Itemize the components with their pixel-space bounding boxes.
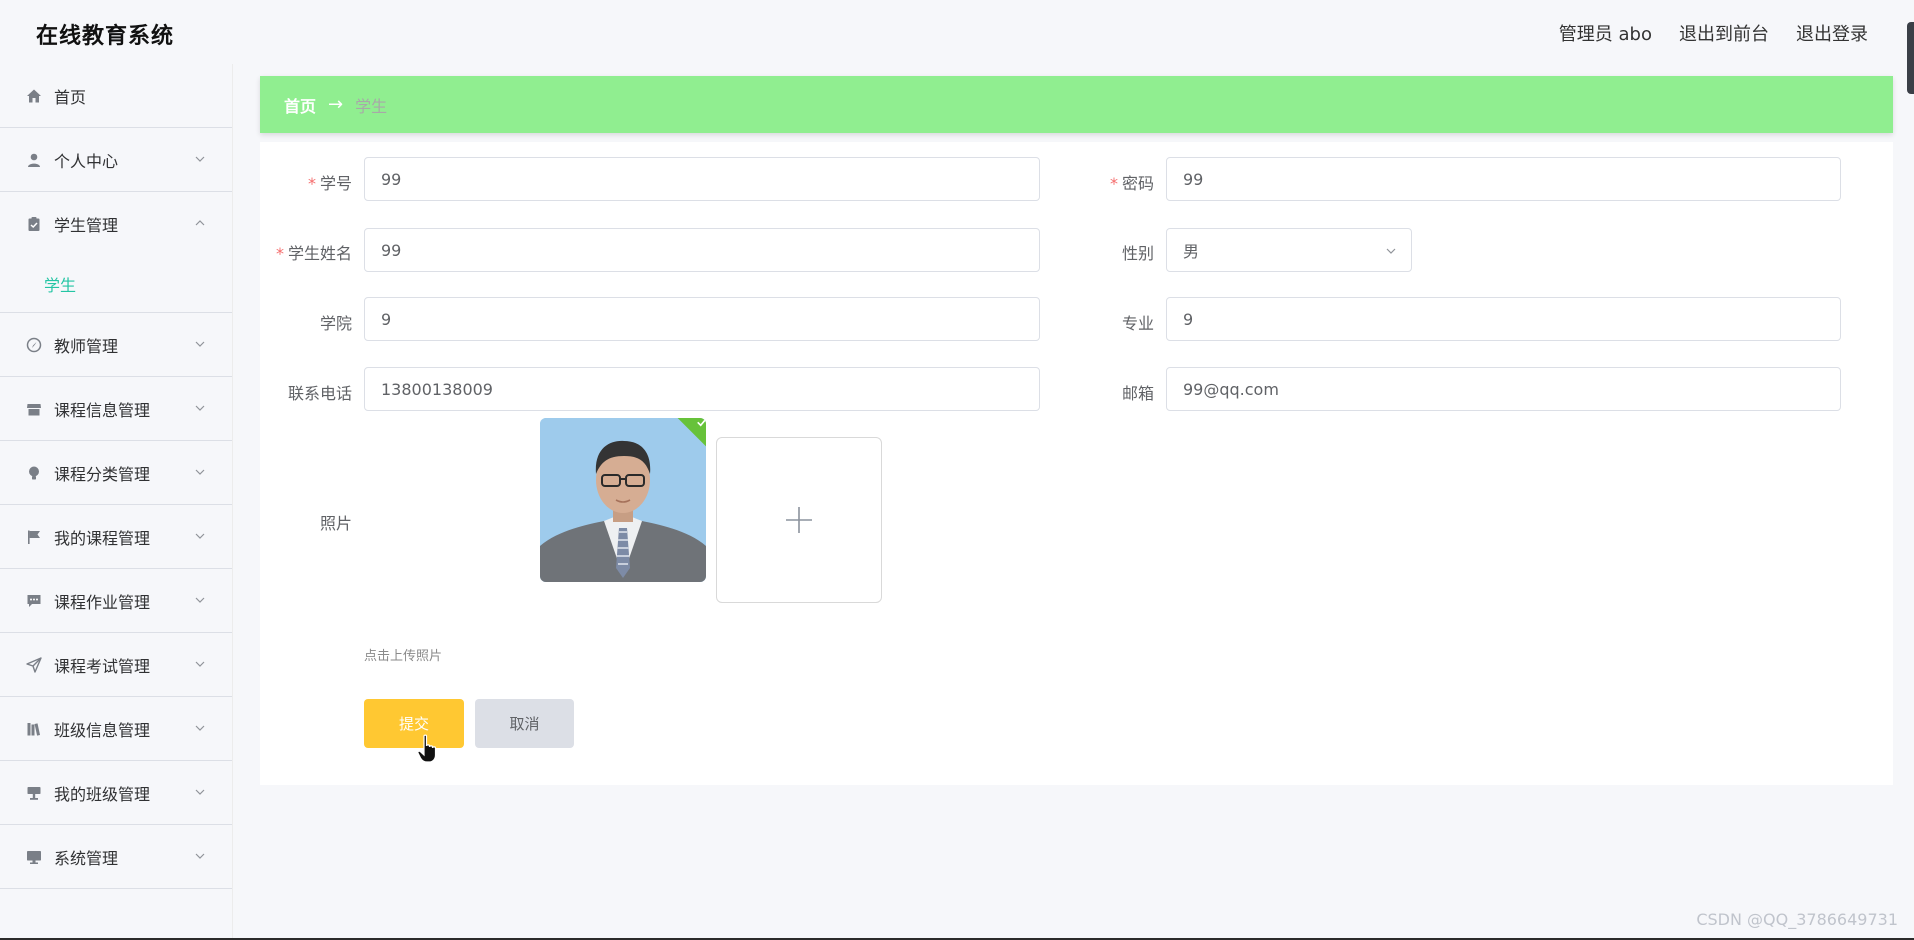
send-icon	[26, 656, 42, 673]
chevron-down-icon	[195, 341, 205, 347]
breadcrumb-home-link[interactable]: 首页	[284, 93, 316, 117]
sidebar-item-personal[interactable]: 个人中心	[0, 128, 232, 192]
cancel-button[interactable]: 取消	[475, 699, 574, 748]
sidebar: 首页 个人中心 学生管理 学生 教师管理 课程信息管理 课程分类管理 我的课程管…	[0, 64, 233, 940]
user-icon	[26, 152, 42, 168]
shop-icon	[26, 401, 42, 417]
monitor-icon	[26, 849, 42, 865]
sidebar-item-label: 教师管理	[54, 336, 119, 356]
student-name-input[interactable]	[364, 228, 1040, 272]
flag-icon	[26, 529, 42, 545]
chevron-down-icon	[195, 853, 205, 859]
app-title: 在线教育系统	[36, 24, 175, 49]
sidebar-item-label: 课程考试管理	[54, 656, 151, 676]
sidebar-item-label: 我的班级管理	[54, 784, 151, 804]
breadcrumb: 首页 → 学生	[260, 76, 1893, 133]
bulb-icon	[26, 465, 42, 481]
chevron-down-icon	[195, 156, 205, 162]
required-mark: *	[307, 174, 316, 193]
upload-photo-button[interactable]	[716, 437, 882, 603]
edge-tab[interactable]	[1907, 22, 1914, 94]
compass-icon	[26, 337, 42, 353]
sidebar-item-homework[interactable]: 课程作业管理	[0, 569, 232, 633]
photo-label: 照片	[319, 514, 352, 533]
exit-to-front-link[interactable]: 退出到前台	[1679, 20, 1769, 46]
chevron-down-icon	[195, 789, 205, 795]
sidebar-item-label: 个人中心	[54, 151, 119, 171]
student-name-label: * 学生姓名	[275, 244, 352, 263]
check-icon	[697, 418, 706, 427]
password-input[interactable]	[1166, 157, 1841, 201]
chevron-down-icon	[195, 597, 205, 603]
watermark: CSDN @QQ_3786649731	[1696, 910, 1898, 929]
chevron-down-icon	[195, 405, 205, 411]
gender-label: 性别	[1121, 244, 1154, 263]
chevron-down-icon	[195, 661, 205, 667]
top-header: 在线教育系统 管理员 abo 退出到前台 退出登录	[0, 0, 1914, 94]
email-label: 邮箱	[1121, 384, 1154, 403]
chevron-down-icon	[195, 725, 205, 731]
email-input[interactable]	[1166, 367, 1841, 411]
major-label: 专业	[1121, 314, 1154, 333]
sidebar-item-exams[interactable]: 课程考试管理	[0, 633, 232, 697]
phone-input[interactable]	[364, 367, 1040, 411]
password-label: * 密码	[1109, 174, 1154, 193]
major-input[interactable]	[1166, 297, 1841, 341]
chevron-down-icon	[1386, 248, 1396, 254]
hand-cursor-icon	[417, 734, 437, 763]
uploaded-photo[interactable]	[540, 418, 706, 582]
sidebar-item-label: 学生管理	[54, 216, 119, 235]
breadcrumb-arrow-icon: →	[328, 94, 344, 115]
gender-select[interactable]: 男	[1166, 228, 1412, 272]
required-mark: *	[275, 244, 284, 263]
plus-icon	[786, 507, 812, 533]
sidebar-item-label: 课程作业管理	[54, 592, 151, 612]
sidebar-item-students[interactable]: 学生管理	[0, 192, 232, 256]
submit-button[interactable]: 提交	[364, 699, 464, 748]
logout-link[interactable]: 退出登录	[1796, 20, 1868, 46]
home-icon	[26, 88, 42, 104]
portrait-image	[540, 418, 706, 582]
required-mark: *	[1109, 174, 1118, 193]
sidebar-item-teachers[interactable]: 教师管理	[0, 313, 232, 377]
college-label: 学院	[319, 314, 352, 333]
sidebar-item-label: 首页	[54, 87, 87, 107]
chevron-down-icon	[195, 533, 205, 539]
sidebar-item-label: 我的课程管理	[54, 528, 151, 548]
current-user: 管理员 abo	[1558, 24, 1652, 45]
sidebar-item-label: 课程信息管理	[54, 400, 151, 420]
sidebar-item-label: 系统管理	[54, 848, 119, 868]
sidebar-item-label: 课程分类管理	[54, 464, 151, 484]
college-input[interactable]	[364, 297, 1040, 341]
sidebar-item-course-category[interactable]: 课程分类管理	[0, 441, 232, 505]
gender-select-value: 男	[1183, 242, 1200, 261]
sidebar-item-class-info[interactable]: 班级信息管理	[0, 697, 232, 761]
sidebar-item-system[interactable]: 系统管理	[0, 825, 232, 889]
sidebar-item-my-class[interactable]: 我的班级管理	[0, 761, 232, 825]
sidebar-item-label: 班级信息管理	[54, 720, 151, 740]
sidebar-item-course-info[interactable]: 课程信息管理	[0, 377, 232, 441]
clipboard-icon	[26, 216, 42, 232]
chevron-up-icon	[195, 220, 205, 226]
student-id-label: * 学号	[307, 174, 352, 193]
chevron-down-icon	[195, 469, 205, 475]
sidebar-item-home[interactable]: 首页	[0, 64, 232, 128]
breadcrumb-current: 学生	[355, 96, 388, 116]
header-actions: 管理员 abo 退出到前台 退出登录	[1559, 20, 1868, 46]
sidebar-subitem-student[interactable]: 学生	[0, 256, 232, 313]
sidebar-item-my-courses[interactable]: 我的课程管理	[0, 505, 232, 569]
student-id-input[interactable]	[364, 157, 1040, 201]
books-icon	[26, 721, 42, 737]
podium-icon	[26, 785, 42, 801]
phone-label: 联系电话	[287, 384, 352, 403]
upload-tip: 点击上传照片	[364, 649, 443, 664]
chat-icon	[26, 593, 42, 609]
